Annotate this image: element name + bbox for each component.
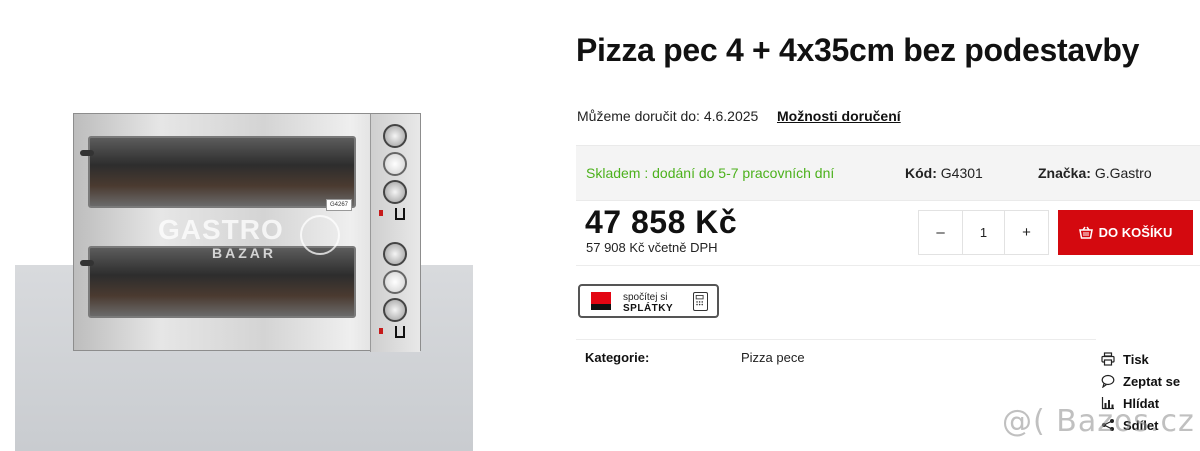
basket-icon	[1078, 226, 1093, 239]
quantity-stepper: – 1 +	[918, 210, 1049, 255]
stock-status: Skladem : dodání do 5-7 pracovních dní	[586, 165, 835, 181]
installments-label-bottom: SPLÁTKY	[623, 303, 674, 314]
installments-label-top: spočítej si	[623, 292, 668, 303]
site-watermark: @( Bazos.cz	[1002, 404, 1195, 439]
door-handle	[80, 150, 94, 156]
add-to-cart-button[interactable]: DO KOŠÍKU	[1058, 210, 1193, 255]
knob-icon	[383, 298, 407, 322]
chat-icon	[1101, 374, 1115, 388]
oven-door-upper	[80, 136, 356, 208]
divider	[576, 265, 1200, 266]
switch-icon	[395, 208, 405, 220]
installments-calculator-button[interactable]: spočítej si SPLÁTKY	[578, 284, 719, 318]
delivery-date: Můžeme doručit do: 4.6.2025	[577, 108, 759, 124]
quantity-input[interactable]: 1	[962, 211, 1005, 254]
knob-icon	[383, 124, 407, 148]
product-code: Kód: G4301	[905, 165, 983, 181]
knob-icon	[383, 242, 407, 266]
price-with-vat: 57 908 Kč včetně DPH	[586, 240, 718, 255]
category-link[interactable]: Pizza pece	[741, 350, 805, 365]
printer-icon	[1101, 352, 1115, 366]
thermometer-icon	[383, 152, 407, 176]
image-watermark: GASTRO BAZAR	[158, 214, 284, 262]
oven-tag: G4267	[326, 199, 352, 211]
price: 47 858 Kč	[585, 204, 738, 240]
indicator-light	[379, 328, 383, 334]
product-image[interactable]: G4267 GASTRO BAZAR	[15, 15, 473, 451]
quantity-increase-button[interactable]: +	[1005, 211, 1048, 254]
switch-icon	[395, 326, 405, 338]
bank-logo-icon	[591, 292, 611, 310]
add-to-cart-label: DO KOŠÍKU	[1098, 225, 1173, 240]
product-brand: Značka: G.Gastro	[1038, 165, 1152, 181]
chef-hat-icon	[300, 215, 340, 255]
category-label: Kategorie:	[585, 350, 650, 365]
quantity-decrease-button[interactable]: –	[919, 211, 962, 254]
thermometer-icon	[383, 270, 407, 294]
control-panel	[370, 114, 420, 352]
delivery-options-link[interactable]: Možnosti doručení	[777, 108, 901, 124]
calculator-icon	[693, 292, 708, 311]
print-action[interactable]: Tisk	[1101, 348, 1180, 370]
divider	[576, 339, 1096, 340]
door-handle	[80, 260, 94, 266]
product-info-bar: Skladem : dodání do 5-7 pracovních dní K…	[576, 145, 1200, 201]
product-title: Pizza pec 4 + 4x35cm bez podestavby	[576, 32, 1140, 68]
indicator-light	[379, 210, 383, 216]
knob-icon	[383, 180, 407, 204]
ask-question-action[interactable]: Zeptat se	[1101, 370, 1180, 392]
